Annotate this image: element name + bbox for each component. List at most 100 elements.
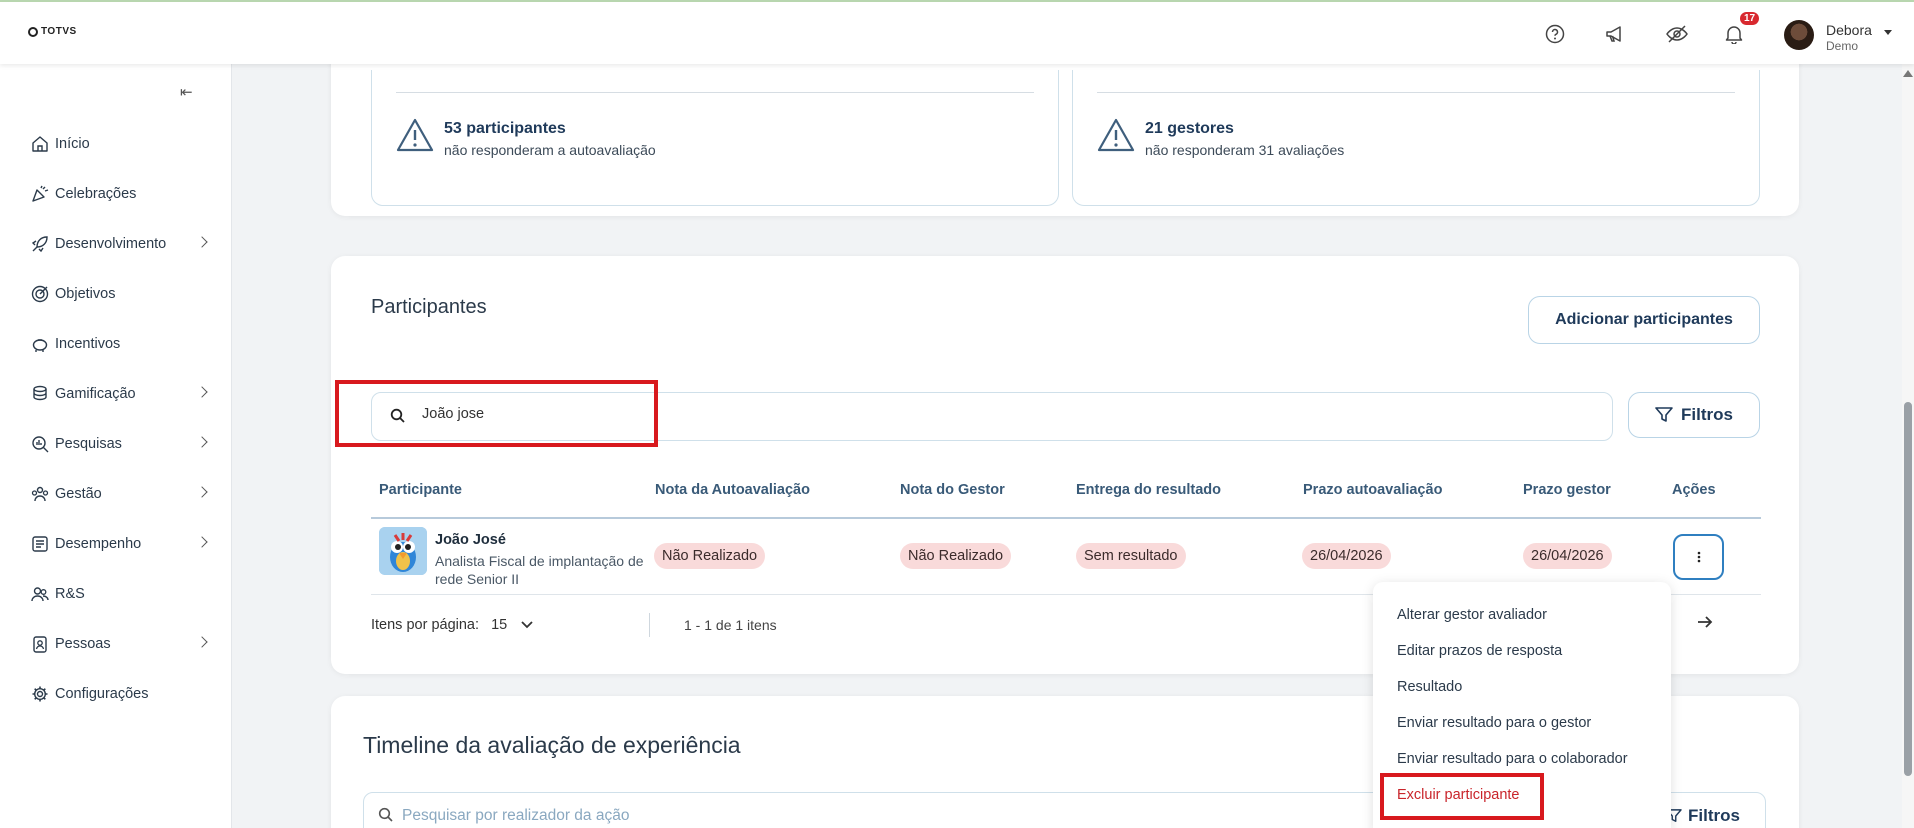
menu-item-alterar-gestor[interactable]: Alterar gestor avaliador	[1397, 607, 1547, 623]
sidebar-item-inicio[interactable]: Início	[30, 130, 210, 158]
column-header[interactable]: Entrega do resultado	[1076, 482, 1221, 498]
managers-pending-count: 21 gestores	[1145, 120, 1234, 137]
participant-role: Analista Fiscal de implantação de rede S…	[435, 553, 644, 587]
chevron-right-icon	[196, 386, 208, 398]
help-icon[interactable]	[1543, 22, 1567, 46]
delete-highlight-box	[1380, 773, 1544, 820]
timeline-search-placeholder: Pesquisar por realizador da ação	[402, 807, 630, 824]
sidebar-item-incentivos[interactable]: Incentivos	[30, 330, 210, 358]
app-header: TOTVS 17 Debora Demo	[0, 2, 1914, 64]
list-check-icon	[30, 534, 50, 554]
party-icon	[30, 184, 50, 204]
row-actions-button[interactable]	[1673, 534, 1724, 580]
sidebar-item-desenvolvimento[interactable]: Desenvolvimento	[30, 230, 210, 258]
menu-item-editar-prazos[interactable]: Editar prazos de resposta	[1397, 643, 1562, 659]
home-icon	[30, 134, 50, 154]
chevron-right-icon	[196, 536, 208, 548]
sidebar-item-celebracoes[interactable]: Celebrações	[30, 180, 210, 208]
team-icon	[30, 484, 50, 504]
user-role: Demo	[1826, 39, 1859, 53]
logo-mark-icon	[28, 26, 38, 37]
pager-count: 1 - 1 de 1 itens	[684, 617, 777, 633]
timeline-filters-label: Filtros	[1688, 806, 1740, 825]
timeline-filters-button[interactable]: Filtros	[1666, 806, 1740, 826]
sidebar-item-label: Pesquisas	[55, 436, 122, 452]
menu-item-resultado[interactable]: Resultado	[1397, 679, 1462, 695]
participants-alert: 53 participantes não responderam a autoa…	[371, 70, 1059, 206]
people-icon	[30, 584, 50, 604]
search-highlight-box	[335, 380, 658, 447]
user-menu-caret-icon[interactable]	[1884, 30, 1892, 35]
sidebar-item-label: R&S	[55, 586, 85, 602]
filters-button[interactable]: Filtros	[1628, 392, 1760, 438]
menu-item-enviar-gestor[interactable]: Enviar resultado para o gestor	[1397, 715, 1591, 731]
manager-deadline-tag: 26/04/2026	[1523, 543, 1612, 569]
chevron-right-icon	[196, 636, 208, 648]
sidebar-item-pesquisas[interactable]: Pesquisas	[30, 430, 210, 458]
column-header[interactable]: Participante	[379, 482, 462, 498]
column-header: Ações	[1672, 482, 1716, 498]
sidebar-item-label: Pessoas	[55, 636, 111, 652]
logo-text: TOTVS	[41, 26, 77, 37]
chevron-right-icon	[196, 436, 208, 448]
column-header[interactable]: Nota da Autoavaliação	[655, 482, 810, 498]
divider	[396, 92, 1034, 93]
pager-divider	[649, 613, 650, 637]
sidebar-item-gestao[interactable]: Gestão	[30, 480, 210, 508]
sidebar-item-label: Desempenho	[55, 536, 142, 552]
sidebar-item-label: Incentivos	[55, 336, 121, 352]
manager-score-tag: Não Realizado	[900, 543, 1012, 569]
sidebar-item-desempenho[interactable]: Desempenho	[30, 530, 210, 558]
collapse-sidebar-icon[interactable]: ⇤	[180, 83, 193, 101]
chevron-down-icon	[521, 621, 533, 629]
sidebar-item-label: Celebrações	[55, 186, 137, 202]
next-page-arrow-icon[interactable]	[1697, 615, 1713, 634]
user-name[interactable]: Debora	[1826, 22, 1872, 38]
participants-pending-text: não responderam a autoavaliação	[444, 142, 656, 158]
result-delivery-tag: Sem resultado	[1076, 543, 1186, 569]
megaphone-icon[interactable]	[1603, 22, 1627, 46]
sidebar-item-label: Início	[55, 136, 90, 152]
divider	[1097, 92, 1735, 93]
menu-item-enviar-colaborador[interactable]: Enviar resultado para o colaborador	[1397, 751, 1628, 767]
column-header[interactable]: Prazo autoavaliação	[1303, 482, 1442, 498]
bell-icon[interactable]	[1722, 22, 1746, 46]
warning-icon	[396, 118, 434, 157]
managers-pending-text: não responderam 31 avaliações	[1145, 142, 1345, 158]
target-icon	[30, 284, 50, 304]
column-header[interactable]: Prazo gestor	[1523, 482, 1611, 498]
participants-title: Participantes	[371, 296, 487, 318]
page-scrollbar-thumb[interactable]	[1904, 402, 1912, 776]
chevron-right-icon	[196, 486, 208, 498]
filter-icon	[1655, 407, 1673, 422]
warning-icon	[1097, 118, 1135, 157]
sidebar-item-pessoas[interactable]: Pessoas	[30, 630, 210, 658]
participant-name[interactable]: João José	[435, 532, 506, 548]
eye-off-icon[interactable]	[1665, 22, 1689, 46]
sidebar-item-label: Objetivos	[55, 286, 116, 302]
totvs-logo[interactable]: TOTVS	[28, 26, 77, 37]
scroll-up-arrow-icon[interactable]	[1903, 70, 1913, 77]
items-per-page[interactable]: Itens por página: 15	[371, 617, 533, 633]
badge-icon	[30, 634, 50, 654]
piggy-bank-icon	[30, 334, 50, 354]
chevron-right-icon	[196, 236, 208, 248]
participant-avatar	[379, 527, 427, 575]
managers-alert: 21 gestores não responderam 31 avaliaçõe…	[1072, 70, 1760, 206]
sidebar-item-configuracoes[interactable]: Configurações	[30, 680, 210, 708]
sidebar-item-r-s[interactable]: R&S	[30, 580, 210, 608]
sidebar-item-label: Desenvolvimento	[55, 236, 167, 252]
sidebar-item-objetivos[interactable]: Objetivos	[30, 280, 210, 308]
participants-pending-count: 53 participantes	[444, 120, 566, 137]
timeline-title: Timeline da avaliação de experiência	[363, 732, 741, 758]
gear-icon	[30, 684, 50, 704]
user-avatar[interactable]	[1784, 20, 1814, 50]
sidebar-item-label: Configurações	[55, 686, 149, 702]
page-size-value: 15	[491, 617, 508, 633]
self-score-tag: Não Realizado	[654, 543, 766, 569]
kebab-icon	[1697, 551, 1700, 563]
column-header[interactable]: Nota do Gestor	[900, 482, 1005, 498]
sidebar-item-label: Gestão	[55, 486, 102, 502]
sidebar-item-gamificacao[interactable]: Gamificação	[30, 380, 210, 408]
add-participants-button[interactable]: Adicionar participantes	[1528, 296, 1760, 344]
